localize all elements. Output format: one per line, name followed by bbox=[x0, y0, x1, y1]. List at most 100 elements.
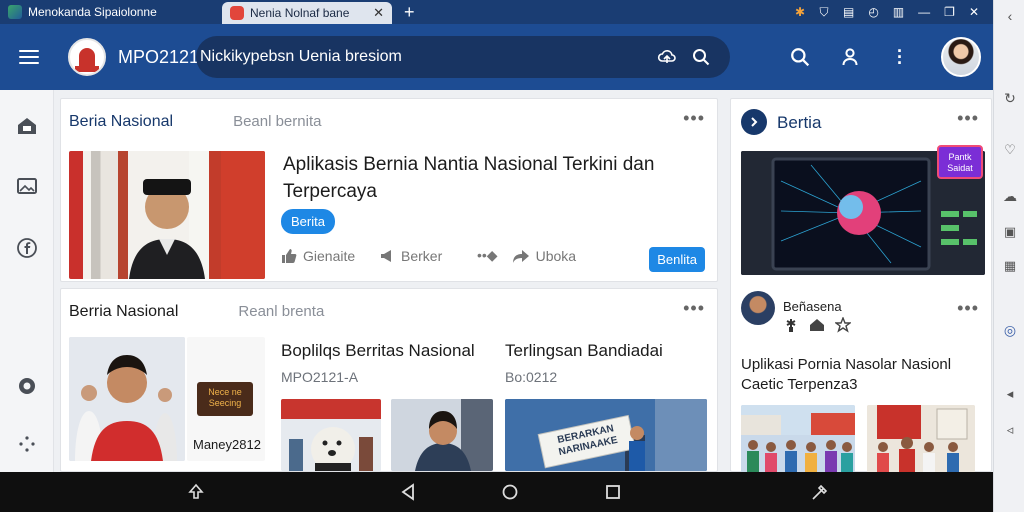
share-label: Uboka bbox=[535, 247, 577, 264]
reader-icon[interactable]: ▤ bbox=[843, 5, 854, 19]
card-actions: Gienaite Berker ••◆ Uboka bbox=[281, 247, 596, 264]
calendar-icon[interactable]: ▦ bbox=[1000, 256, 1020, 276]
panel-title: Bertia bbox=[777, 113, 822, 132]
thumb-badge: Nece ne Seecing bbox=[197, 382, 253, 416]
post-reactions bbox=[783, 317, 851, 333]
close-icon[interactable]: ✕ bbox=[969, 5, 979, 19]
facebook-icon[interactable] bbox=[15, 236, 39, 260]
section-subtitle: Reanl brenta bbox=[238, 303, 325, 320]
restore-icon[interactable]: ❐ bbox=[944, 5, 955, 19]
history-icon[interactable]: ◴ bbox=[868, 5, 878, 19]
open-article-button[interactable]: Benlita bbox=[649, 247, 705, 272]
search-bar[interactable] bbox=[196, 36, 730, 78]
site-favicon-icon bbox=[8, 5, 22, 19]
new-tab-button[interactable]: + bbox=[392, 0, 427, 24]
extension-icon[interactable]: ✱ bbox=[795, 5, 805, 19]
category-badge[interactable]: Berita bbox=[281, 209, 335, 234]
minimize-icon[interactable]: — bbox=[918, 5, 930, 19]
settings-icon[interactable] bbox=[15, 374, 39, 398]
like-icon[interactable]: ♡ bbox=[1000, 140, 1020, 160]
chevron-right-icon bbox=[751, 117, 758, 127]
crowd-thumbnail-2[interactable] bbox=[867, 405, 975, 473]
cloud-upload-icon[interactable] bbox=[650, 40, 684, 74]
column-1-sub: MPO2121-A bbox=[281, 369, 359, 385]
right-side-toolbar: ‹ ↻ ♡ ☁ ▣ ▦ ◎ ◂ ◃ bbox=[993, 0, 1024, 512]
crowd-thumbnail-1[interactable] bbox=[741, 405, 855, 473]
thumbs-up-icon bbox=[282, 248, 297, 263]
post-title[interactable]: Uplikasi Pornia Nasolar Nasionl Caetic T… bbox=[741, 355, 981, 395]
protest-thumbnail[interactable]: BERARKAN NARINAAKE bbox=[505, 399, 707, 471]
home-icon[interactable] bbox=[809, 317, 825, 333]
more-options-icon[interactable]: ••• bbox=[683, 109, 705, 127]
avatar[interactable] bbox=[941, 37, 981, 77]
app-bar: MPO2121 - ··· bbox=[0, 24, 993, 90]
news-thumbnail[interactable] bbox=[69, 337, 185, 461]
split-view-icon[interactable]: ▥ bbox=[893, 5, 904, 19]
dog-thumbnail[interactable] bbox=[281, 399, 381, 471]
browser-tab-1[interactable]: Menokanda Sipaiolonne bbox=[0, 0, 222, 24]
news-card-featured[interactable]: Beria Nasional Beanl bernita ••• Aplikas… bbox=[60, 98, 718, 282]
author-name[interactable]: Beñasena bbox=[783, 299, 842, 314]
browser-tab-strip: Menokanda Sipaiolonne Nenia Nolnaf bane … bbox=[0, 0, 993, 24]
app-logo[interactable] bbox=[68, 38, 106, 76]
refresh-icon[interactable]: ↻ bbox=[1000, 88, 1020, 108]
recents-icon[interactable] bbox=[601, 480, 625, 504]
headline[interactable]: Aplikasis Bernia Nantia Nasional Terkini… bbox=[283, 151, 673, 205]
apps-icon[interactable] bbox=[15, 432, 39, 456]
author-avatar[interactable] bbox=[741, 291, 775, 325]
browser-tab-2-label: Nenia Nolnaf bane bbox=[250, 6, 350, 20]
news-card-list: Berria Nasional Reanl brenta ••• Nece ne… bbox=[60, 288, 718, 472]
star-icon[interactable] bbox=[835, 317, 851, 333]
back-icon[interactable] bbox=[396, 480, 420, 504]
window-controls: ✱ ⛉ ▤ ◴ ▥ — ❐ ✕ bbox=[795, 5, 993, 20]
thumb-caption: Maney2812 bbox=[193, 437, 261, 452]
left-rail bbox=[0, 90, 54, 472]
volume-icon[interactable]: ◂ bbox=[1000, 384, 1020, 404]
bookmark-label: Berker bbox=[401, 247, 443, 264]
like-label: Gienaite bbox=[303, 247, 356, 264]
news-thumbnail[interactable] bbox=[69, 151, 265, 279]
app-bar-actions: · · · bbox=[785, 24, 981, 90]
volume-down-icon[interactable]: ◃ bbox=[1000, 420, 1020, 440]
column-1-title[interactable]: Boplilqs Berritas Nasional bbox=[281, 341, 475, 361]
panel-next-button[interactable] bbox=[741, 109, 767, 135]
more-options-icon[interactable]: ••• bbox=[683, 299, 705, 317]
column-2-title[interactable]: Terlingsan Bandiadai bbox=[505, 341, 663, 361]
home-icon[interactable] bbox=[15, 114, 39, 138]
search-input[interactable] bbox=[200, 48, 650, 66]
keyboard-toggle-icon[interactable] bbox=[184, 480, 208, 504]
menu-button[interactable] bbox=[0, 24, 58, 90]
bookmark-action[interactable]: Berker bbox=[379, 248, 463, 264]
badge-thumbnail[interactable]: Nece ne Seecing Maney2812 bbox=[187, 337, 265, 461]
share-action[interactable]: Uboka bbox=[512, 248, 596, 264]
search-icon[interactable] bbox=[785, 42, 815, 72]
cheer-icon[interactable] bbox=[783, 317, 799, 333]
site-favicon-icon bbox=[230, 6, 244, 20]
search-icon[interactable] bbox=[684, 40, 718, 74]
trending-panel: Bertia ••• Pantk Saidat Beñasena ••• Upl… bbox=[730, 98, 992, 473]
megaphone-icon bbox=[381, 249, 391, 262]
more-options-icon[interactable]: ••• bbox=[957, 299, 979, 317]
share-arrow-icon bbox=[512, 249, 529, 263]
card-header: Beria Nasional Beanl bernita bbox=[69, 113, 321, 131]
profile-icon[interactable] bbox=[835, 42, 865, 72]
like-action[interactable]: Gienaite bbox=[281, 248, 365, 264]
browser-tab-1-label: Menokanda Sipaiolonne bbox=[28, 5, 157, 19]
section-title: Beria Nasional bbox=[69, 113, 174, 130]
browser-tab-2[interactable]: Nenia Nolnaf bane ✕ bbox=[222, 2, 392, 24]
mail-icon[interactable]: ◎ bbox=[1000, 320, 1020, 340]
system-nav-bar bbox=[0, 472, 993, 512]
video-tag-badge[interactable]: Pantk Saidat bbox=[937, 145, 983, 179]
shield-icon[interactable]: ⛉ bbox=[819, 5, 829, 20]
more-options-icon[interactable]: ••• bbox=[957, 109, 979, 127]
home-icon[interactable] bbox=[498, 480, 522, 504]
more-vert-icon[interactable]: · · · bbox=[885, 42, 915, 72]
screenshot-icon[interactable] bbox=[808, 480, 832, 504]
image-icon[interactable] bbox=[15, 174, 39, 198]
close-tab-icon[interactable]: ✕ bbox=[373, 5, 384, 21]
cloud-icon[interactable]: ☁ bbox=[1000, 186, 1020, 206]
image-icon[interactable]: ▣ bbox=[1000, 222, 1020, 242]
person-thumbnail[interactable] bbox=[391, 399, 493, 471]
dots-icon[interactable]: ••◆ bbox=[477, 247, 498, 264]
expand-icon[interactable]: ‹ bbox=[1000, 6, 1020, 26]
